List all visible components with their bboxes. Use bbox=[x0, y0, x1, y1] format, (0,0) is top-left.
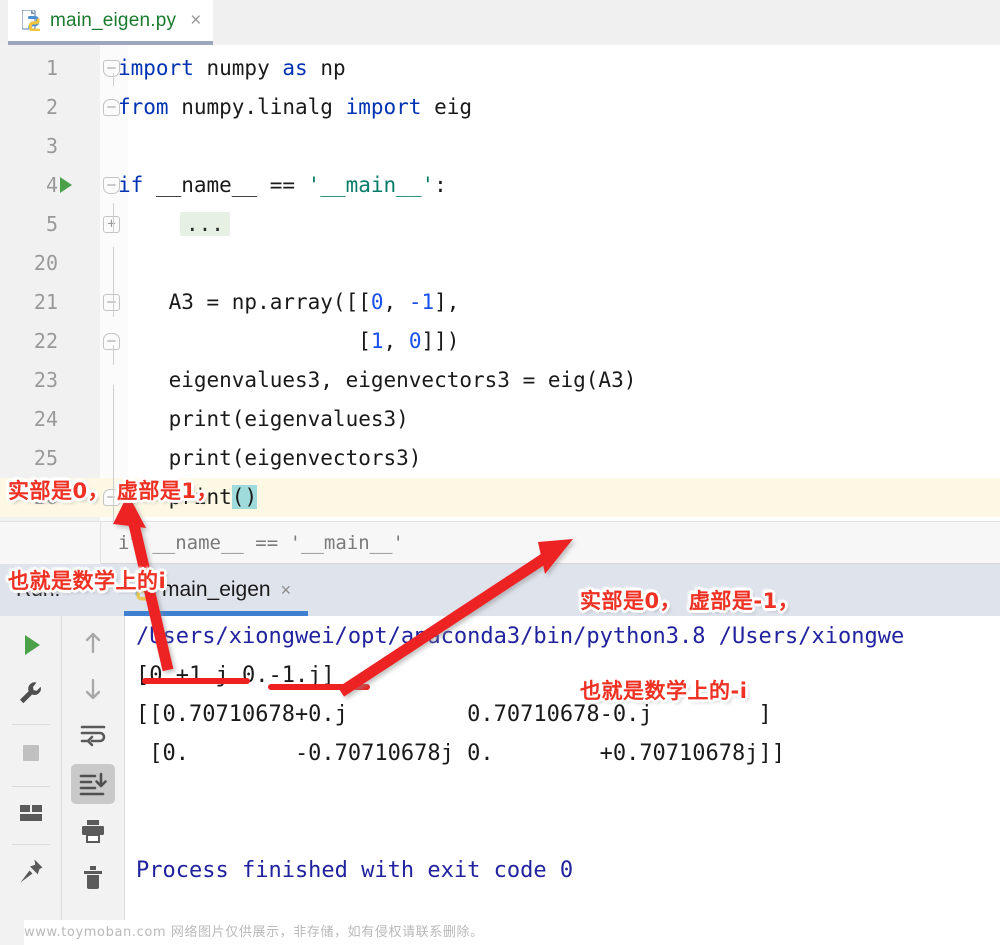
code-text: A3 = np.array([[0, -1], bbox=[118, 290, 460, 314]
line-number: 2 bbox=[45, 95, 58, 119]
layout-icon[interactable] bbox=[0, 798, 62, 833]
line-number: 23 bbox=[33, 368, 58, 392]
annotation-negative-i: 实部是0， 虚部是-1， 也就是数学上的-i bbox=[580, 526, 799, 766]
run-toolbar-right bbox=[62, 616, 125, 920]
code-text: [1, 0]]) bbox=[118, 329, 460, 353]
underline-positive-i bbox=[142, 678, 250, 684]
line-number: 3 bbox=[45, 134, 58, 158]
annotation-negative-i-line2: 也就是数学上的-i bbox=[580, 679, 748, 703]
code-text: if __name__ == '__main__': bbox=[118, 173, 447, 197]
annotation-negative-i-line1: 实部是0， 虚部是-1， bbox=[580, 589, 800, 613]
fold-connector bbox=[113, 73, 114, 86]
soft-wrap-icon[interactable] bbox=[62, 720, 124, 755]
down-arrow-icon[interactable] bbox=[62, 674, 124, 709]
run-toolbar-left bbox=[0, 616, 62, 920]
annotation-positive-i-line1: 实部是0， 虚部是1， bbox=[8, 479, 219, 503]
line-number: 1 bbox=[45, 56, 58, 80]
watermark-bar: www.toymoban.com 网络图片仅供展示，非存储，如有侵权请联系删除。 bbox=[0, 920, 1000, 945]
scroll-to-end-icon[interactable] bbox=[62, 764, 124, 804]
underline-negative-i bbox=[268, 684, 370, 690]
console-line: Process finished with exit code 0 bbox=[136, 858, 574, 883]
pin-icon[interactable] bbox=[0, 856, 62, 891]
settings-icon[interactable] bbox=[0, 678, 62, 713]
fold-connector bbox=[113, 203, 114, 233]
pycharm-window: main_eigen.py × 1– import numpy as np 2– fr… bbox=[0, 0, 1000, 945]
editor-tab-label: main_eigen.py bbox=[50, 9, 177, 31]
code-text: eigenvalues3, eigenvectors3 = eig(A3) bbox=[118, 368, 637, 392]
line-number: 21 bbox=[33, 290, 58, 314]
code-text: from numpy.linalg import eig bbox=[118, 95, 473, 119]
editor-tab-main-eigen[interactable]: main_eigen.py × bbox=[8, 0, 214, 45]
code-text: ... bbox=[118, 205, 230, 244]
python-file-icon bbox=[21, 9, 42, 32]
code-line[interactable]: 4– if __name__ == '__main__': bbox=[0, 166, 1000, 205]
code-line[interactable]: 2– from numpy.linalg import eig bbox=[0, 88, 1000, 127]
line-number: 4 bbox=[45, 173, 58, 197]
fold-connector bbox=[113, 247, 114, 317]
line-number: 22 bbox=[33, 329, 58, 353]
close-icon[interactable]: × bbox=[190, 11, 201, 30]
run-console-output[interactable]: /Users/xiongwei/opt/anaconda3/bin/python… bbox=[126, 616, 1000, 920]
watermark-text: www.toymoban.com 网络图片仅供展示，非存储，如有侵权请联系删除。 bbox=[24, 925, 484, 940]
annotation-positive-i-line2: 也就是数学上的i bbox=[8, 569, 167, 593]
run-tab-close-icon[interactable]: × bbox=[281, 580, 292, 601]
line-number: 5 bbox=[45, 212, 58, 236]
print-icon[interactable] bbox=[62, 816, 124, 851]
run-gutter-icon[interactable] bbox=[60, 177, 72, 193]
code-line[interactable]: 22– [1, 0]]) bbox=[0, 322, 1000, 361]
code-line[interactable]: 3 bbox=[0, 127, 1000, 166]
code-line[interactable]: 20 bbox=[0, 244, 1000, 283]
fold-connector bbox=[113, 345, 114, 365]
stop-icon[interactable] bbox=[0, 738, 62, 773]
folded-code-region[interactable]: ... bbox=[180, 212, 230, 236]
code-line[interactable]: 23 eigenvalues3, eigenvectors3 = eig(A3) bbox=[0, 361, 1000, 400]
line-number: 20 bbox=[33, 251, 58, 275]
code-line[interactable]: 5 +... bbox=[0, 205, 1000, 244]
annotation-positive-i: 实部是0， 虚部是1， 也就是数学上的i bbox=[8, 416, 218, 656]
code-text: import numpy as np bbox=[118, 56, 346, 80]
code-line[interactable]: 21– A3 = np.array([[0, -1], bbox=[0, 283, 1000, 322]
code-line[interactable]: 1– import numpy as np bbox=[0, 49, 1000, 88]
trash-icon[interactable] bbox=[62, 862, 124, 897]
editor-tab-bar: main_eigen.py × bbox=[0, 0, 1000, 45]
